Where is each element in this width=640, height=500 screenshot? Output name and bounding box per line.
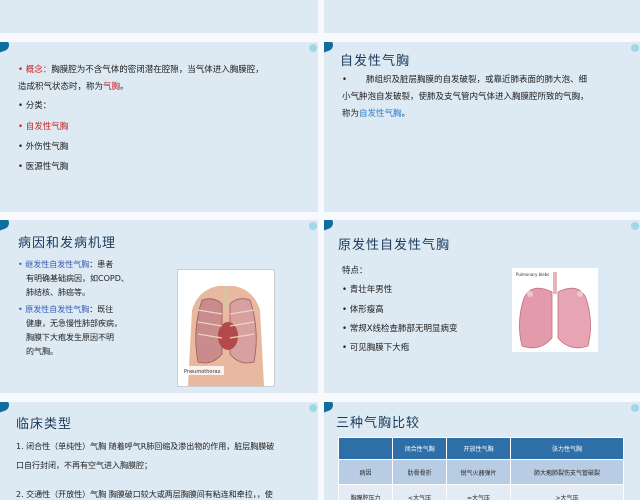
table-cell: <大气压 — [392, 484, 448, 500]
spontaneous-definition: • 肺组织及脏层胸膜的自发破裂，或靠近肺表面的肺大泡、细 小气肿泡自发破裂，使肺… — [342, 75, 589, 119]
secondary-text: • 继发性自发性气胸：患者 有明确基础病因，如COPD、 肺结核、肺癌等。 — [18, 260, 129, 297]
table-header: 开放性气胸 — [446, 437, 511, 460]
features-label: 特点： — [342, 266, 368, 276]
corner-dot-icon — [631, 404, 639, 412]
corner-leaf-icon — [0, 220, 11, 231]
corner-leaf-icon — [0, 402, 11, 413]
feature-item: 体形瘦高 — [342, 302, 384, 319]
table-cell: 胸膜腔压力 — [337, 484, 394, 500]
slide-spontaneous[interactable]: 自发性气胸 • 肺组织及脏层胸膜的自发破裂，或靠近肺表面的肺大泡、细 小气肿泡自… — [324, 42, 640, 212]
corner-leaf-icon — [324, 42, 335, 53]
slide-title: 三种气胸比较 — [336, 416, 421, 431]
slide-title: 病因和发病机理 — [18, 236, 117, 251]
comparison-table: 闭合性气胸 开放性气胸 张力性气胸 病因 肋骨骨折 锐气火器弹片 肺大疱肺裂伤支… — [337, 437, 625, 500]
classification-label: 分类： — [18, 98, 52, 115]
feature-item: 青壮年男性 — [342, 282, 393, 299]
slide-clinical-types[interactable]: 临床类型 1. 闭合性（单纯性）气胸 随着呼气R肺回缩及渗出物的作用，脏层胸膜破… — [0, 402, 318, 500]
table-cell: =大气压 — [446, 484, 511, 500]
corner-dot-icon — [631, 222, 639, 230]
feature-item: 常规X线检查肺部无明显病变 — [342, 321, 458, 338]
image-caption: Pneumothorax — [184, 369, 221, 375]
image-caption: Pulmonary blebs — [516, 272, 549, 277]
slide-top-right — [324, 0, 640, 33]
table-cell: 锐气火器弹片 — [446, 459, 511, 485]
definition-text: • 概念：胸膜腔为不含气体的密闭潜在腔隙，当气体进入胸膜腔， 造成积气状态时，称… — [18, 65, 264, 92]
clinical-type-item: 1. 闭合性（单纯性）气胸 随着呼气R肺回缩及渗出物的作用，脏层胸膜破 口自行封… — [16, 442, 275, 470]
table-header — [337, 437, 394, 460]
table-cell: 肋骨骨折 — [392, 459, 448, 485]
type-item: 自发性气胸 — [18, 119, 69, 136]
type-item: 外伤性气胸 — [18, 139, 69, 156]
corner-dot-icon — [631, 44, 639, 52]
table-header: 张力性气胸 — [509, 437, 625, 460]
feature-item: 可见胸膜下大疱 — [342, 340, 410, 357]
table-row: 胸膜腔压力 <大气压 =大气压 >大气压 — [337, 484, 625, 500]
type-item: 医源性气胸 — [18, 159, 69, 176]
table-cell: 肺大疱肺裂伤支气管破裂 — [509, 459, 625, 485]
table-row: 病因 肋骨骨折 锐气火器弹片 肺大疱肺裂伤支气管破裂 — [337, 459, 625, 485]
slide-comparison[interactable]: 三种气胸比较 闭合性气胸 开放性气胸 张力性气胸 病因 肋骨骨折 锐气火器弹片 … — [324, 402, 640, 500]
primary-text: • 原发性自发性气胸：既往 健康，无急慢性肺部疾病， 胸膜下大疱发生原因不明 的… — [18, 305, 122, 356]
table-header: 闭合性气胸 — [392, 437, 448, 460]
table-cell: >大气压 — [509, 484, 625, 500]
corner-leaf-icon — [324, 402, 335, 413]
slide-primary-spontaneous[interactable]: 原发性自发性气胸 特点： 青壮年男性 体形瘦高 常规X线检查肺部无明显病变 可见… — [324, 220, 640, 393]
clinical-type-item: 2. 交通性（开放性）气胸 胸膜破口较大或两层胸膜间有粘连和牵拉，，使 — [16, 490, 273, 499]
slide-title: 自发性气胸 — [340, 54, 411, 69]
corner-dot-icon — [309, 222, 317, 230]
table-cell: 病因 — [337, 459, 394, 485]
slide-title: 原发性自发性气胸 — [338, 238, 451, 253]
corner-leaf-icon — [324, 220, 335, 231]
slide-etiology[interactable]: 病因和发病机理 • 继发性自发性气胸：患者 有明确基础病因，如COPD、 肺结核… — [0, 220, 318, 393]
corner-dot-icon — [309, 44, 317, 52]
lung-blebs-image: Pulmonary blebs — [512, 268, 598, 352]
slide-concept[interactable]: • 概念：胸膜腔为不含气体的密闭潜在腔隙，当气体进入胸膜腔， 造成积气状态时，称… — [0, 42, 318, 212]
slide-title: 临床类型 — [16, 417, 73, 432]
corner-dot-icon — [309, 404, 317, 412]
corner-leaf-icon — [0, 42, 11, 53]
chest-anatomy-image: Pneumothorax — [177, 269, 275, 387]
slide-top-left — [0, 0, 318, 33]
